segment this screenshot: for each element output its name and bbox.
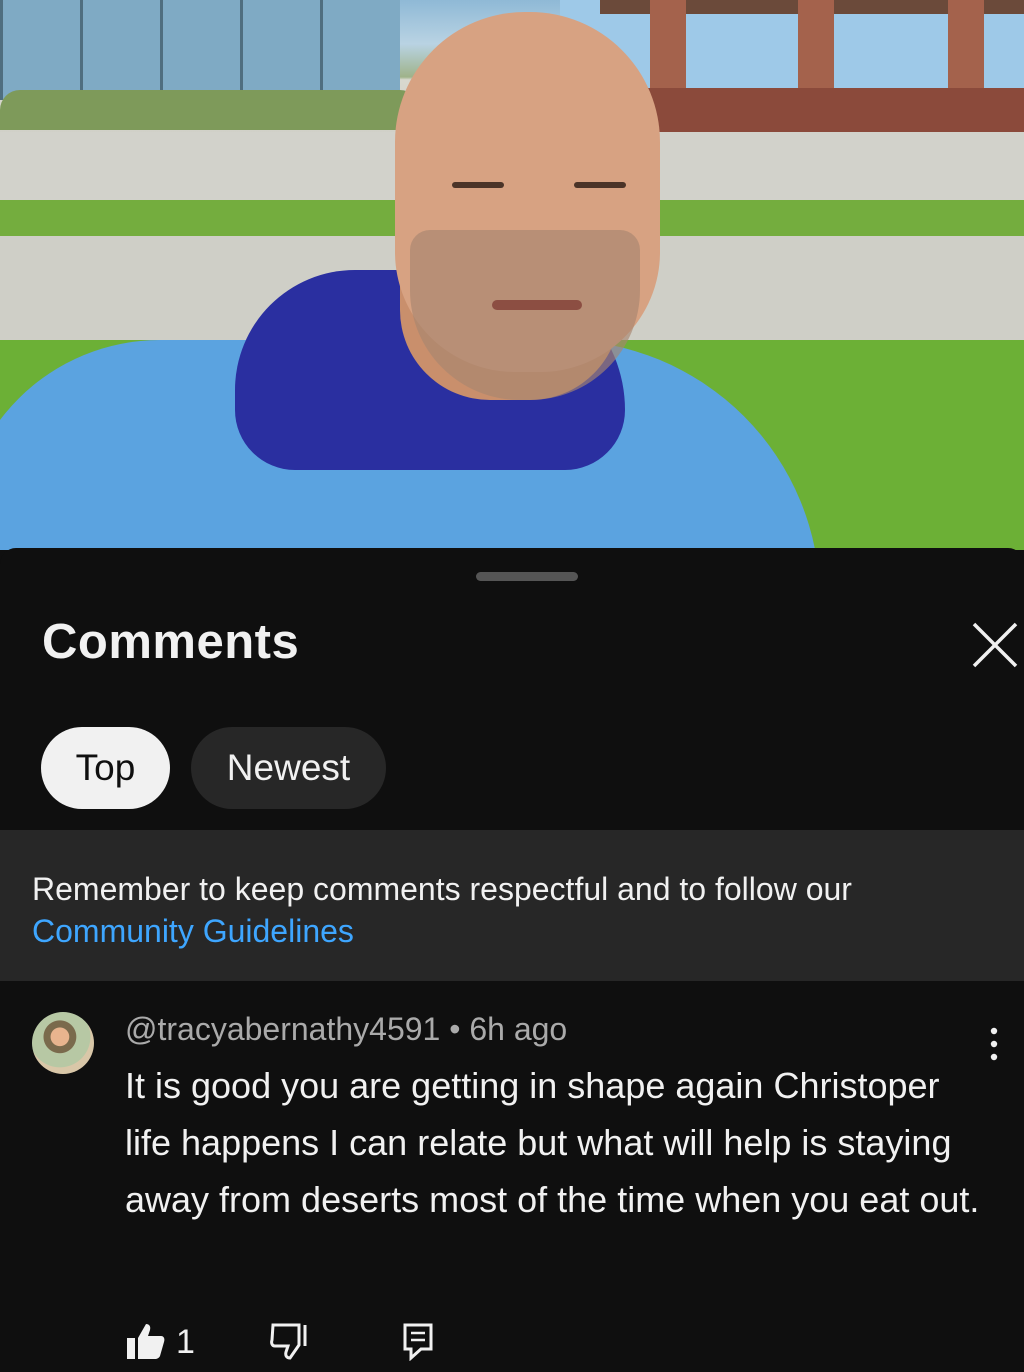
comment-time: 6h ago bbox=[469, 1011, 568, 1047]
video-shrubs bbox=[0, 90, 420, 130]
community-notice: Remember to keep comments respectful and… bbox=[0, 830, 1024, 981]
notice-message: Remember to keep comments respectful and… bbox=[32, 868, 992, 952]
video-pillar bbox=[948, 0, 984, 92]
sort-chip-top[interactable]: Top bbox=[41, 727, 170, 809]
avatar[interactable] bbox=[32, 1012, 94, 1074]
reply-icon bbox=[403, 1323, 433, 1362]
video-person-mouth bbox=[492, 300, 582, 310]
close-button[interactable] bbox=[966, 616, 1024, 674]
drag-handle[interactable] bbox=[476, 572, 578, 581]
community-guidelines-link[interactable]: Community Guidelines bbox=[32, 913, 354, 949]
more-options-button[interactable] bbox=[982, 1025, 1006, 1065]
meta-separator: • bbox=[440, 1011, 470, 1047]
video-player[interactable] bbox=[0, 0, 1024, 550]
comments-sheet: Comments Top Newest Remember to keep com… bbox=[0, 548, 1024, 1372]
comment-text: It is good you are getting in shape agai… bbox=[125, 1065, 980, 1220]
comment-meta: @tracyabernathy4591 • 6h ago bbox=[125, 1011, 567, 1048]
reply-button[interactable] bbox=[403, 1321, 433, 1365]
comment-author[interactable]: @tracyabernathy4591 bbox=[125, 1011, 440, 1047]
dislike-button[interactable] bbox=[270, 1321, 310, 1365]
comment-item: @tracyabernathy4591 • 6h ago It is good … bbox=[0, 981, 1024, 1372]
close-icon bbox=[972, 622, 1018, 668]
sheet-title: Comments bbox=[42, 615, 300, 669]
thumbs-up-icon bbox=[127, 1324, 165, 1359]
comment-actions: 1 bbox=[0, 1321, 1024, 1371]
video-brick-wall bbox=[645, 88, 1024, 134]
video-person-eye bbox=[452, 182, 504, 188]
notice-text: Remember to keep comments respectful and… bbox=[32, 871, 852, 907]
video-fence bbox=[0, 0, 400, 100]
more-vert-icon bbox=[990, 1027, 998, 1061]
video-pillar bbox=[650, 0, 686, 92]
sort-chip-newest[interactable]: Newest bbox=[191, 727, 386, 809]
sort-chip-label: Top bbox=[75, 747, 136, 788]
sort-chip-label: Newest bbox=[226, 747, 351, 788]
thumbs-down-icon bbox=[270, 1323, 307, 1360]
video-pillar bbox=[798, 0, 834, 92]
video-person-eye bbox=[574, 182, 626, 188]
like-button[interactable] bbox=[126, 1321, 166, 1365]
like-count: 1 bbox=[176, 1323, 195, 1361]
